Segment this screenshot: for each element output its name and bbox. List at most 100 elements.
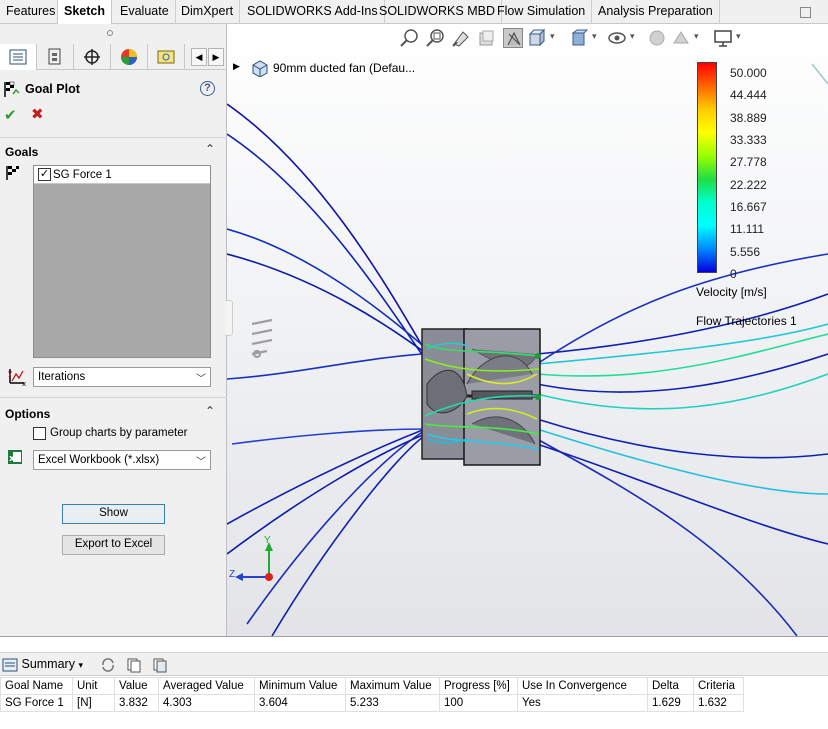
restore-window-icon[interactable] — [800, 7, 811, 18]
tabs-scroll-left[interactable]: ◀ — [191, 48, 207, 66]
axis-xy-icon: yx — [8, 369, 26, 387]
chevron-up-icon[interactable]: ⌃ — [205, 142, 215, 156]
velocity-legend-bar — [697, 62, 717, 273]
export-format-select[interactable]: Excel Workbook (*.xlsx) ﹀ — [33, 450, 211, 470]
column-header[interactable]: Maximum Value — [345, 677, 440, 695]
part-icon — [252, 60, 268, 77]
tab-analysis-preparation[interactable]: Analysis Preparation — [592, 0, 720, 24]
display-style-icon[interactable] — [569, 28, 589, 48]
appearance-icon — [121, 49, 137, 65]
flow-simulation-icon — [157, 50, 175, 64]
view-settings-icon[interactable] — [713, 28, 733, 48]
column-header[interactable]: Averaged Value — [158, 677, 255, 695]
property-manager-tab[interactable] — [37, 44, 74, 70]
graphics-area[interactable]: Y Z ▾ ▾ ▾ ▾ ▾ ▶ 90mm ducted fan (Defau..… — [227, 24, 828, 636]
feature-manager-tab[interactable] — [0, 44, 37, 70]
table-cell: 3.832 — [114, 694, 159, 712]
goal-item-label: SG Force 1 — [53, 169, 112, 181]
options-section-header[interactable]: Options ⌃ — [0, 404, 227, 423]
legend-title: Velocity [m/s] — [696, 285, 767, 299]
chevron-down-icon[interactable]: ▾ — [694, 31, 699, 42]
export-to-excel-button[interactable]: Export to Excel — [62, 535, 165, 555]
column-header[interactable]: Delta — [647, 677, 694, 695]
column-header[interactable]: Unit — [72, 677, 115, 695]
page-title: Goal Plot — [25, 82, 80, 96]
zoom-to-area-icon[interactable] — [425, 28, 445, 48]
goals-section-header[interactable]: Goals ⌃ — [0, 142, 227, 161]
hide-show-items-icon[interactable] — [607, 28, 627, 48]
legend-tick-label: 33.333 — [730, 133, 767, 147]
export-format-value: Excel Workbook (*.xlsx) — [38, 454, 160, 466]
copy-icon[interactable] — [126, 657, 142, 673]
view-orientation-icon[interactable] — [527, 28, 547, 48]
legend-tick-label: 16.667 — [730, 200, 767, 214]
tab-dimxpert[interactable]: DimXpert — [175, 0, 241, 24]
goals-list[interactable]: ✓ SG Force 1 — [33, 165, 211, 358]
property-icon — [48, 48, 61, 65]
command-manager-tabs: Features Sketch Evaluate DimXpert SOLIDW… — [0, 0, 828, 25]
property-manager-header: Goal Plot ? — [0, 77, 227, 101]
column-header[interactable]: Goal Name — [0, 677, 73, 695]
paste-icon[interactable] — [152, 657, 168, 673]
help-icon[interactable]: ? — [200, 81, 215, 96]
tab-solidworks-mbd[interactable]: SOLIDWORKS MBD — [373, 0, 502, 24]
group-charts-checkbox[interactable] — [33, 427, 46, 440]
tree-root-label: 90mm ducted fan (Defau... — [273, 61, 416, 75]
x-axis-select-value: Iterations — [38, 371, 86, 383]
cancel-x-icon[interactable]: ✖ — [31, 105, 44, 123]
tab-sketch[interactable]: Sketch — [57, 0, 112, 25]
previous-view-icon[interactable] — [451, 28, 471, 48]
options-section-title: Options — [5, 407, 51, 421]
goal-summary-pane: Summary ▾ Goal Name Unit Value Averaged Val… — [0, 636, 828, 729]
panel-splitter[interactable] — [225, 300, 233, 336]
chevron-up-icon[interactable]: ⌃ — [205, 404, 215, 418]
column-header[interactable]: Criteria — [693, 677, 744, 695]
tab-solidworks-addins[interactable]: SOLIDWORKS Add-Ins — [241, 0, 385, 24]
chevron-down-icon[interactable]: ▾ — [592, 31, 597, 42]
table-row[interactable]: SG Force 1 [N] 3.832 4.303 3.604 5.233 100 Yes 1… — [0, 694, 744, 712]
edit-appearance-icon[interactable] — [647, 28, 667, 48]
show-button[interactable]: Show — [62, 504, 165, 524]
chevron-down-icon[interactable]: ▾ — [550, 31, 555, 42]
ok-check-icon[interactable]: ✔ — [4, 106, 17, 124]
x-axis-select[interactable]: Iterations ﹀ — [33, 367, 211, 387]
tab-evaluate[interactable]: Evaluate — [114, 0, 176, 24]
list-item[interactable]: ✓ SG Force 1 — [34, 166, 210, 184]
dynamic-annotation-icon[interactable] — [503, 28, 523, 48]
apply-scene-icon[interactable] — [671, 28, 691, 48]
chevron-down-icon[interactable]: ▾ — [78, 660, 83, 670]
legend-tick-label: 44.444 — [730, 88, 767, 103]
display-manager-tab[interactable] — [111, 44, 148, 70]
column-header[interactable]: Value — [114, 677, 159, 695]
configuration-manager-tab[interactable] — [74, 44, 111, 70]
column-header[interactable]: Use In Convergence — [517, 677, 648, 695]
summary-tab-label: Summary — [21, 657, 75, 671]
chevron-down-icon[interactable]: ▾ — [630, 31, 635, 42]
panel-grip-icon[interactable] — [106, 29, 114, 37]
refresh-icon[interactable] — [100, 657, 116, 673]
feature-tree-icon — [9, 49, 27, 65]
column-header[interactable]: Progress [%] — [439, 677, 518, 695]
goal-flag-icon — [6, 166, 19, 180]
zoom-to-fit-icon[interactable] — [399, 28, 419, 48]
summary-table: Goal Name Unit Value Averaged Value Minimum … — [0, 677, 744, 712]
column-header[interactable]: Minimum Value — [254, 677, 346, 695]
group-charts-label: Group charts by parameter — [50, 427, 188, 439]
legend-tick-label: 22.222 — [730, 177, 767, 192]
flow-simulation-tab[interactable] — [148, 44, 185, 70]
table-cell: 100 — [439, 694, 518, 712]
section-view-icon[interactable] — [477, 28, 497, 48]
table-cell: 1.629 — [647, 694, 694, 712]
summary-tab[interactable]: Summary ▾ — [2, 657, 83, 672]
table-cell: 4.303 — [158, 694, 255, 712]
chevron-down-icon[interactable]: ▾ — [736, 31, 741, 42]
chevron-right-icon[interactable]: ▶ — [233, 61, 240, 72]
table-cell: SG Force 1 — [0, 694, 73, 712]
tab-features[interactable]: Features — [0, 0, 63, 24]
goal-checkbox[interactable]: ✓ — [38, 168, 51, 181]
legend-tick-label: 27.778 — [730, 155, 767, 170]
tabs-scroll-right[interactable]: ▶ — [208, 48, 224, 66]
tab-flow-simulation[interactable]: Flow Simulation — [491, 0, 593, 24]
goal-plot-icon — [4, 81, 20, 97]
crosshair-icon — [84, 49, 100, 65]
